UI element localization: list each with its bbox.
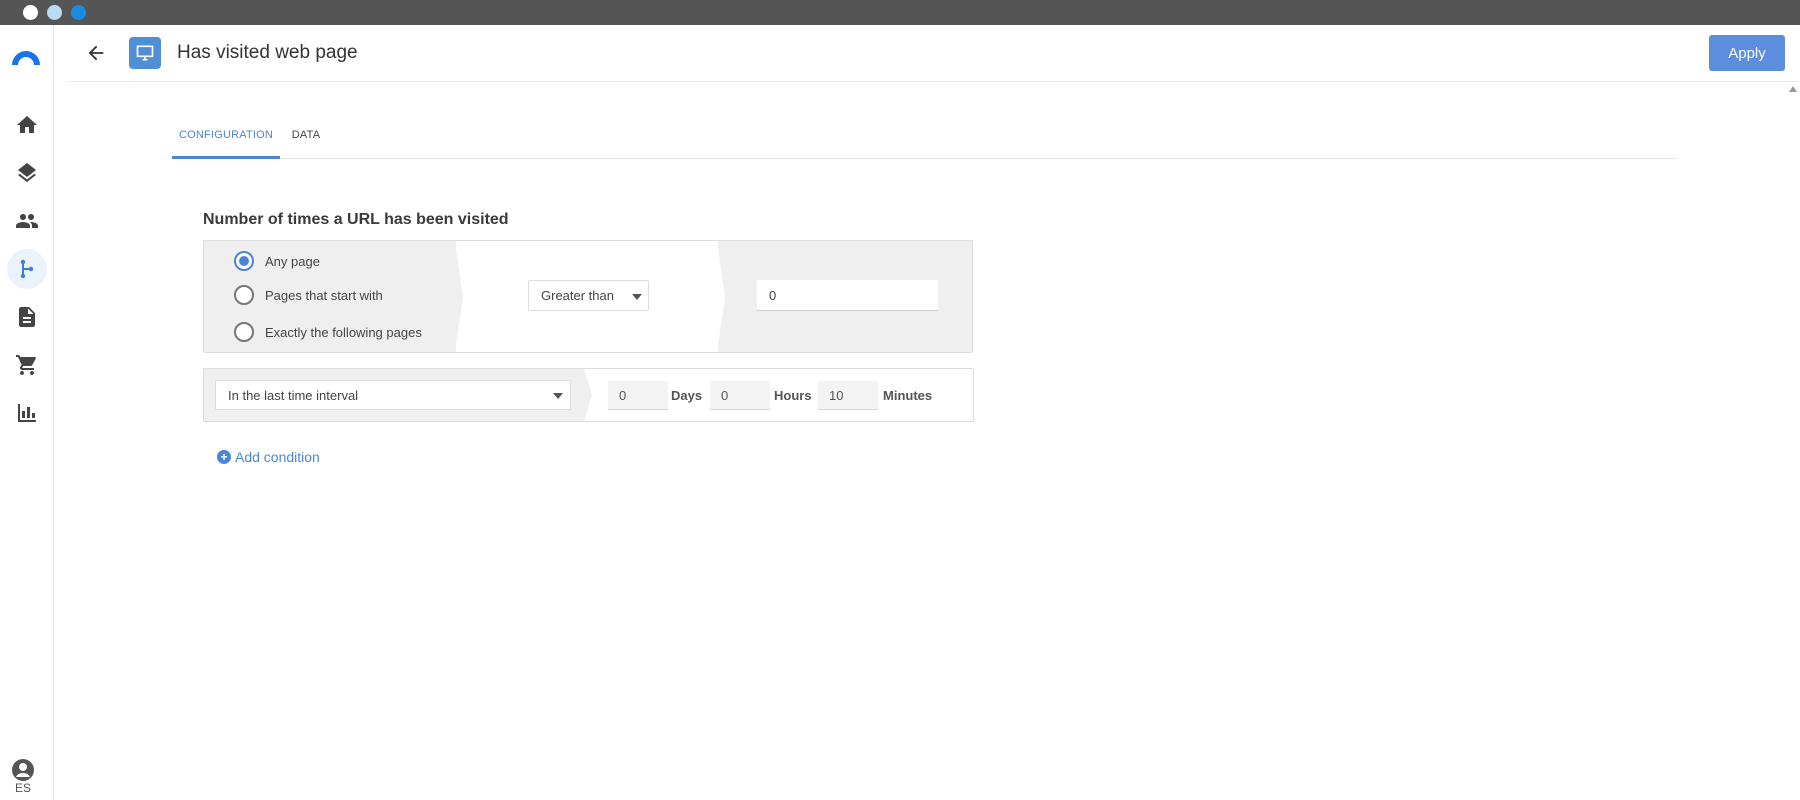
chevron-down-icon (632, 294, 642, 300)
rail-bar-chart-icon[interactable] (7, 393, 47, 433)
divider-chevron (455, 241, 463, 352)
plus-circle-icon: + (217, 450, 231, 464)
radio-button[interactable] (234, 322, 254, 342)
window-titlebar (0, 0, 1800, 25)
user-avatar-icon[interactable] (11, 758, 35, 782)
rail-home-icon[interactable] (7, 105, 47, 145)
divider-chevron (584, 369, 592, 421)
radio-label: Exactly the following pages (265, 324, 422, 340)
monitor-icon (129, 37, 161, 69)
tab-data[interactable]: DATA (280, 118, 332, 159)
scrollbar[interactable] (1788, 82, 1798, 800)
radio-pages-start-with[interactable]: Pages that start with (234, 285, 383, 305)
language-label[interactable]: ES (0, 781, 46, 795)
radio-label: Pages that start with (265, 287, 383, 303)
add-condition-label: Add condition (235, 449, 320, 465)
rail-flow-icon[interactable] (7, 249, 47, 289)
window-minimize-dot[interactable] (47, 5, 62, 20)
minutes-label: Minutes (883, 388, 933, 403)
window-maximize-dot[interactable] (71, 5, 86, 20)
hours-input[interactable] (710, 381, 770, 410)
comparator-select[interactable]: Greater than (528, 280, 649, 311)
time-interval-panel: In the last time interval Days Hours Min… (203, 368, 974, 422)
visit-condition-panel: Any page Pages that start with Exactly t… (203, 240, 973, 353)
tab-configuration[interactable]: CONFIGURATION (172, 118, 280, 159)
page-header: Has visited web page Apply (68, 25, 1800, 82)
divider-chevron (717, 241, 725, 352)
count-value-input[interactable] (757, 280, 938, 311)
app-logo[interactable] (8, 43, 44, 67)
tab-bar: CONFIGURATION DATA (172, 118, 1677, 159)
interval-select[interactable]: In the last time interval (215, 380, 571, 410)
comparator-value: Greater than (541, 288, 614, 303)
radio-label: Any page (265, 253, 320, 269)
interval-value: In the last time interval (228, 387, 359, 403)
chevron-down-icon (553, 393, 563, 399)
days-label: Days (671, 388, 703, 403)
page-title: Has visited web page (177, 42, 358, 63)
rail-people-icon[interactable] (7, 201, 47, 241)
rail-cart-icon[interactable] (7, 345, 47, 385)
rail-layers-icon[interactable] (7, 153, 47, 193)
radio-button[interactable] (234, 251, 254, 271)
apply-button[interactable]: Apply (1709, 35, 1785, 71)
scroll-up-arrow-icon[interactable] (1789, 86, 1797, 92)
back-arrow-icon[interactable] (84, 41, 108, 65)
left-rail: ES (0, 25, 54, 800)
section-title: Number of times a URL has been visited (203, 211, 509, 228)
minutes-input[interactable] (818, 381, 878, 410)
radio-exact-pages[interactable]: Exactly the following pages (234, 322, 422, 342)
window-close-dot[interactable] (23, 5, 38, 20)
hours-label: Hours (774, 388, 812, 403)
radio-any-page[interactable]: Any page (234, 251, 320, 271)
rail-document-icon[interactable] (7, 297, 47, 337)
days-input[interactable] (608, 381, 668, 410)
radio-button[interactable] (234, 285, 254, 305)
add-condition-button[interactable]: + Add condition (217, 449, 320, 465)
